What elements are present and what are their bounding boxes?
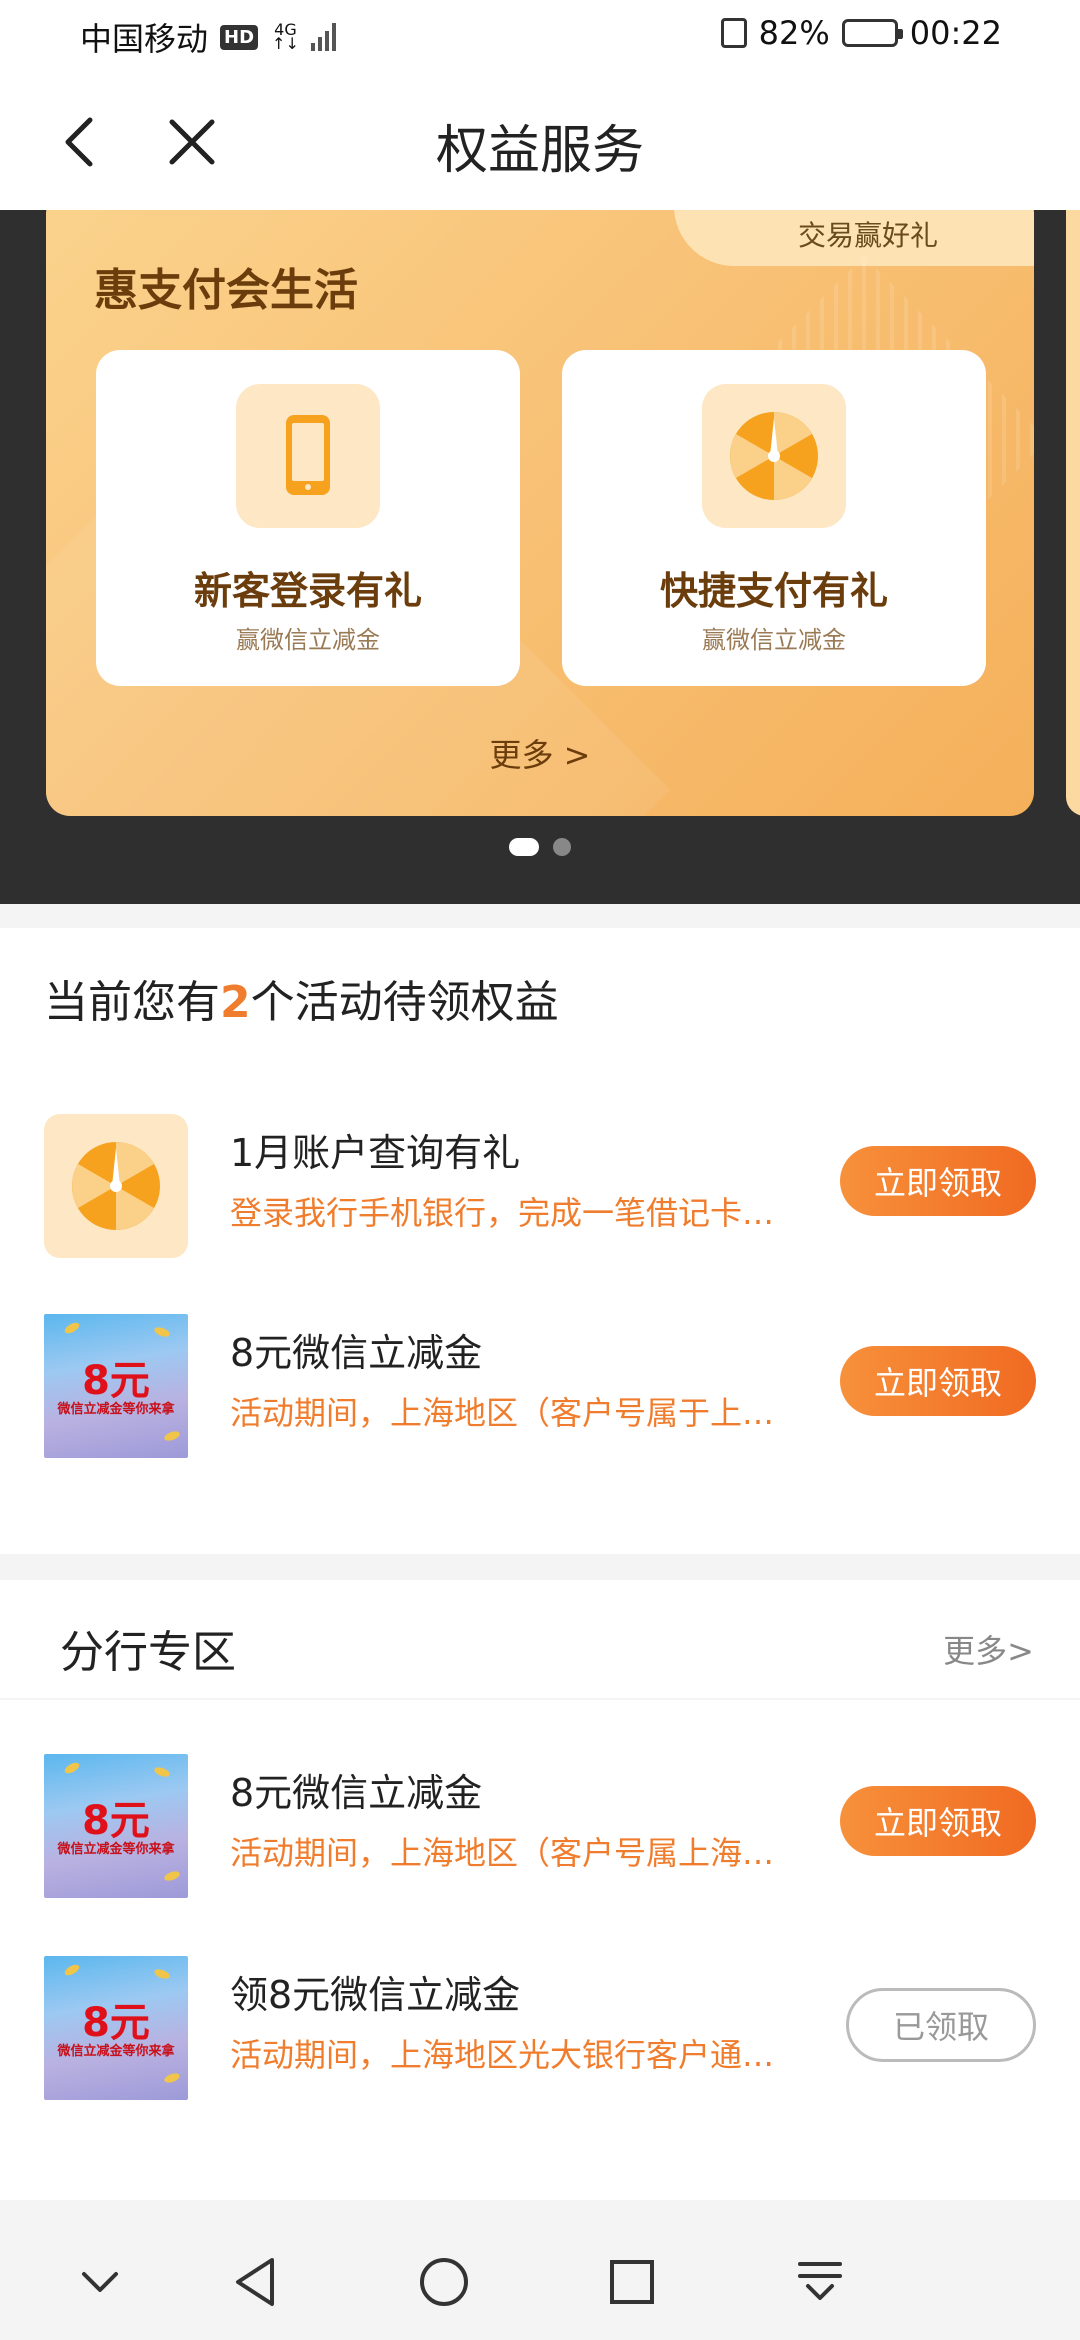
hd-badge: HD	[220, 24, 259, 50]
carousel-pagination	[0, 838, 1080, 856]
banner-corner-label: 交易赢好礼	[797, 219, 938, 252]
status-left: 中国移动 HD 4G ↑↓	[80, 14, 336, 60]
pending-heading-prefix: 当前您有	[44, 977, 220, 1028]
wheel-icon	[702, 384, 846, 528]
promo-thumbnail: 8元 微信立减金等你来拿	[44, 1754, 188, 1898]
back-triangle-icon[interactable]	[224, 2250, 288, 2314]
list-item[interactable]: 8元 微信立减金等你来拿 领8元微信立减金 活动期间，上海地区光大银行客户通过……	[0, 1956, 1080, 2106]
claimed-button[interactable]: 已领取	[846, 1988, 1036, 2062]
list-item[interactable]: 8元 微信立减金等你来拿 8元微信立减金 活动期间，上海地区（客户号属上海分行……	[0, 1754, 1080, 1904]
download-icon[interactable]	[788, 2250, 852, 2314]
item-title: 1月账户查询有礼	[230, 1131, 521, 1175]
banner-title: 惠支付会生活	[94, 265, 358, 316]
pagination-dot[interactable]	[553, 838, 571, 856]
branch-zone-section: 分行专区 更多> 8元 微信立减金等你来拿 8元微信立减金 活动期间，上海地区（…	[0, 1580, 1080, 2200]
pagination-dot-active[interactable]	[509, 838, 539, 856]
phone-icon	[236, 384, 380, 528]
claim-button[interactable]: 立即领取	[840, 1346, 1036, 1416]
signal-icon	[310, 23, 336, 51]
promo-caption: 微信立减金等你来拿	[57, 1402, 175, 1417]
pending-heading-suffix: 个活动待领权益	[250, 977, 559, 1028]
carrier-name: 中国移动	[80, 20, 209, 58]
item-description: 登录我行手机银行，完成一笔借记卡账户查询…	[230, 1194, 790, 1232]
pending-benefits-section: 当前您有2个活动待领权益 1月账户查询有礼 登录我行手机银行，完成一笔借记卡账户…	[0, 928, 1080, 1554]
tile-new-customer-login[interactable]: 新客登录有礼 赢微信立减金	[96, 350, 520, 686]
vibrate-icon	[720, 18, 747, 48]
pending-count: 2	[220, 977, 251, 1028]
item-title: 8元微信立减金	[230, 1771, 483, 1815]
promo-caption: 微信立减金等你来拿	[57, 1842, 175, 1857]
network-type: 4G ↑↓	[272, 22, 299, 53]
item-description: 活动期间，上海地区（客户号属于上海分行…	[230, 1394, 790, 1432]
battery-icon	[841, 19, 903, 47]
page-title: 权益服务	[435, 121, 644, 181]
item-title: 8元微信立减金	[230, 1331, 483, 1375]
banner-carousel[interactable]: 交易赢好礼 惠支付会生活 新客登录有礼 赢微信立减金 快捷支付有礼 赢微信立减金…	[0, 210, 1080, 904]
recents-square-icon[interactable]	[600, 2250, 664, 2314]
home-circle-icon[interactable]	[412, 2250, 476, 2314]
promo-thumbnail: 8元 微信立减金等你来拿	[44, 1956, 188, 2100]
status-bar: 中国移动 HD 4G ↑↓ 82% 00:22	[0, 0, 1080, 76]
nav-bar: 权益服务	[0, 76, 1080, 210]
banner-more-link[interactable]: 更多 >	[46, 730, 1034, 776]
item-title: 领8元微信立减金	[230, 1973, 521, 2017]
next-banner-peek[interactable]	[1066, 210, 1080, 816]
tile-title: 快捷支付有礼	[659, 569, 888, 613]
claim-button[interactable]: 立即领取	[840, 1146, 1036, 1216]
tile-title: 新客登录有礼	[193, 569, 422, 613]
battery-percent: 82%	[758, 14, 830, 52]
network-activity: ↑↓	[272, 34, 299, 53]
claim-button[interactable]: 立即领取	[840, 1786, 1036, 1856]
list-item[interactable]: 8元 微信立减金等你来拿 8元微信立减金 活动期间，上海地区（客户号属于上海分行…	[0, 1314, 1080, 1464]
divider	[0, 1698, 1080, 1700]
promo-thumbnail: 8元 微信立减金等你来拿	[44, 1314, 188, 1458]
tile-quick-pay[interactable]: 快捷支付有礼 赢微信立减金	[562, 350, 986, 686]
section-more-link[interactable]: 更多>	[943, 1626, 1034, 1672]
section-title: 分行专区	[60, 1627, 236, 1678]
status-right: 82% 00:22	[720, 14, 1002, 52]
pending-heading: 当前您有2个活动待领权益	[44, 966, 559, 1030]
chevron-down-icon[interactable]	[68, 2250, 132, 2314]
system-nav-bar	[0, 2228, 1080, 2340]
promo-caption: 微信立减金等你来拿	[57, 2044, 175, 2059]
tile-subtitle: 赢微信立减金	[702, 626, 846, 654]
banner-card[interactable]: 交易赢好礼 惠支付会生活 新客登录有礼 赢微信立减金 快捷支付有礼 赢微信立减金…	[46, 210, 1034, 816]
item-description: 活动期间，上海地区光大银行客户通过…	[230, 2036, 790, 2074]
item-description: 活动期间，上海地区（客户号属上海分行…	[230, 1834, 790, 1872]
tile-subtitle: 赢微信立减金	[236, 626, 380, 654]
clock: 00:22	[909, 14, 1002, 52]
wheel-icon	[44, 1114, 188, 1258]
list-item[interactable]: 1月账户查询有礼 登录我行手机银行，完成一笔借记卡账户查询… 立即领取	[0, 1114, 1080, 1264]
